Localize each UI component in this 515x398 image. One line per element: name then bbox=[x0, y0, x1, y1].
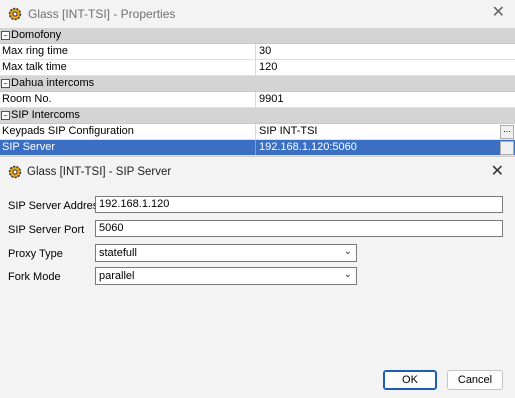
property-name: Room No. bbox=[2, 93, 52, 105]
property-row-max-talk-time[interactable]: Max talk time 120 bbox=[0, 60, 515, 76]
property-value[interactable]: 192.168.1.120:5060 bbox=[259, 141, 357, 153]
port-label: SIP Server Port bbox=[8, 224, 85, 236]
proxy-type-label: Proxy Type bbox=[8, 248, 63, 260]
sip-server-address-input[interactable]: 192.168.1.120 bbox=[95, 196, 503, 213]
category-sip-intercoms[interactable]: – SIP Intercoms bbox=[0, 108, 515, 124]
property-value[interactable]: 30 bbox=[259, 45, 271, 57]
close-icon[interactable]: ✕ bbox=[492, 3, 505, 23]
column-divider bbox=[255, 92, 256, 107]
dialog-title: Glass [INT-TSI] - SIP Server bbox=[27, 166, 172, 178]
sip-server-dialog: Glass [INT-TSI] - SIP Server ✕ SIP Serve… bbox=[0, 156, 515, 398]
proxy-type-value: statefull bbox=[99, 247, 137, 259]
property-row-max-ring-time[interactable]: Max ring time 30 bbox=[0, 44, 515, 60]
fork-mode-label: Fork Mode bbox=[8, 271, 61, 283]
gear-icon bbox=[8, 7, 22, 21]
properties-window: Glass [INT-TSI] - Properties ✕ – Domofon… bbox=[0, 0, 515, 398]
property-value[interactable]: 120 bbox=[259, 61, 277, 73]
collapse-icon[interactable]: – bbox=[1, 111, 10, 120]
collapse-icon[interactable]: – bbox=[1, 79, 10, 88]
property-value[interactable]: 9901 bbox=[259, 93, 283, 105]
property-grid: – Domofony Max ring time 30 Max talk tim… bbox=[0, 28, 515, 156]
address-label: SIP Server Address bbox=[8, 200, 104, 212]
property-row-room-no[interactable]: Room No. 9901 bbox=[0, 92, 515, 108]
column-divider bbox=[255, 140, 256, 155]
properties-titlebar: Glass [INT-TSI] - Properties ✕ bbox=[0, 0, 515, 28]
sip-server-port-input[interactable]: 5060 bbox=[95, 220, 503, 237]
ellipsis-button[interactable]: ... bbox=[500, 141, 514, 155]
property-row-keypads-sip[interactable]: Keypads SIP Configuration SIP INT-TSI ..… bbox=[0, 124, 515, 140]
column-divider bbox=[255, 60, 256, 75]
property-row-sip-server[interactable]: SIP Server 192.168.1.120:5060 ... bbox=[0, 140, 515, 156]
fork-mode-value: parallel bbox=[99, 270, 135, 282]
collapse-icon[interactable]: – bbox=[1, 31, 10, 40]
cancel-button[interactable]: Cancel bbox=[447, 370, 503, 390]
column-divider bbox=[255, 124, 256, 139]
category-label: SIP Intercoms bbox=[11, 109, 80, 121]
category-domofony[interactable]: – Domofony bbox=[0, 28, 515, 44]
ok-button[interactable]: OK bbox=[383, 370, 437, 390]
chevron-down-icon: ⌄ bbox=[343, 246, 352, 257]
category-label: Dahua intercoms bbox=[11, 77, 95, 89]
column-divider bbox=[255, 44, 256, 59]
property-name: Max talk time bbox=[2, 61, 67, 73]
property-name: Keypads SIP Configuration bbox=[2, 125, 134, 137]
close-icon[interactable]: ✕ bbox=[491, 162, 504, 182]
category-dahua-intercoms[interactable]: – Dahua intercoms bbox=[0, 76, 515, 92]
proxy-type-select[interactable]: statefull ⌄ bbox=[95, 244, 357, 262]
gear-icon bbox=[8, 165, 22, 179]
property-name: SIP Server bbox=[2, 141, 55, 153]
chevron-down-icon: ⌄ bbox=[343, 269, 352, 280]
property-value[interactable]: SIP INT-TSI bbox=[259, 125, 317, 137]
fork-mode-select[interactable]: parallel ⌄ bbox=[95, 267, 357, 285]
window-title: Glass [INT-TSI] - Properties bbox=[28, 7, 176, 21]
ellipsis-button[interactable]: ... bbox=[500, 125, 514, 139]
category-label: Domofony bbox=[11, 29, 62, 41]
property-name: Max ring time bbox=[2, 45, 69, 57]
